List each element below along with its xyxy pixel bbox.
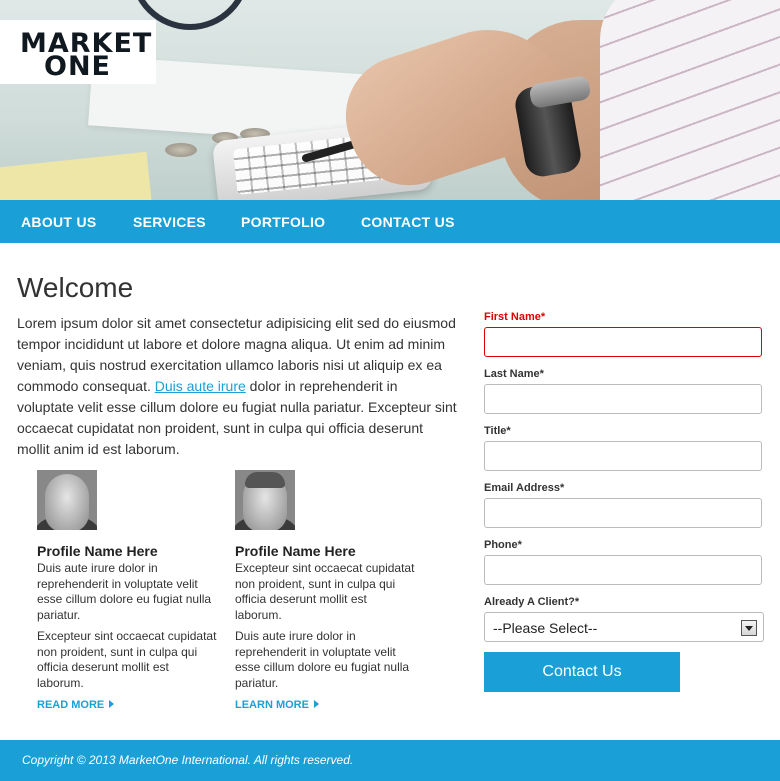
profile-text: Excepteur sint occaecat cupidatat non pr…: [37, 629, 217, 690]
read-more-link[interactable]: READ MORE: [37, 699, 115, 711]
footer: Copyright © 2013 MarketOne International…: [0, 740, 780, 781]
intro-inline-link[interactable]: Duis aute irure: [155, 378, 246, 394]
nav-contact-us[interactable]: CONTACT US: [361, 214, 455, 230]
first-name-group: First Name*: [484, 311, 762, 357]
learn-more-link[interactable]: LEARN MORE: [235, 699, 319, 711]
phone-label: Phone*: [484, 539, 522, 551]
logo-line-2: ONE: [44, 51, 111, 82]
title-label: Title*: [484, 425, 511, 437]
last-name-label: Last Name*: [484, 368, 544, 380]
copyright-text: Copyright © 2013 MarketOne International…: [22, 753, 354, 767]
arrow-right-icon: [109, 700, 115, 708]
client-group: Already A Client?* --Please Select--: [484, 596, 764, 642]
profile-text: Excepteur sint occaecat cupidatat non pr…: [235, 561, 415, 622]
profile-name: Profile Name Here: [37, 543, 158, 559]
profile-card: Profile Name Here Excepteur sint occaeca…: [235, 470, 415, 713]
profile-text: Duis aute irure dolor in reprehenderit i…: [235, 629, 410, 690]
profile-name: Profile Name Here: [235, 543, 356, 559]
page-title: Welcome: [17, 272, 134, 303]
nav-portfolio[interactable]: PORTFOLIO: [241, 214, 325, 230]
profile-photo: [37, 470, 97, 530]
title-field[interactable]: [484, 441, 762, 471]
first-name-label: First Name*: [484, 311, 546, 323]
shirt-sleeve-image: [600, 0, 780, 200]
contact-us-button[interactable]: Contact Us: [484, 652, 680, 692]
nav-about-us[interactable]: ABOUT US: [21, 214, 97, 230]
learn-more-label: LEARN MORE: [235, 699, 309, 711]
sticky-note-image: [0, 151, 153, 200]
client-select-value: --Please Select--: [493, 620, 598, 636]
read-more-label: READ MORE: [37, 699, 105, 711]
email-label: Email Address*: [484, 482, 565, 494]
main-nav: ABOUT US SERVICES PORTFOLIO CONTACT US: [0, 200, 780, 243]
client-label: Already A Client?*: [484, 596, 580, 608]
hero-banner: MARKET ONE: [0, 0, 780, 200]
phone-field[interactable]: [484, 555, 762, 585]
intro-paragraph: Lorem ipsum dolor sit amet consectetur a…: [17, 313, 457, 460]
last-name-field[interactable]: [484, 384, 762, 414]
first-name-field[interactable]: [484, 327, 762, 357]
coin-image: [165, 143, 197, 157]
last-name-group: Last Name*: [484, 368, 762, 414]
phone-group: Phone*: [484, 539, 762, 585]
nav-services[interactable]: SERVICES: [133, 214, 206, 230]
chevron-down-icon[interactable]: [741, 620, 757, 636]
marketone-logo[interactable]: MARKET ONE: [0, 20, 156, 84]
title-group: Title*: [484, 425, 762, 471]
email-field[interactable]: [484, 498, 762, 528]
arrow-right-icon: [313, 700, 319, 708]
client-select[interactable]: --Please Select--: [484, 612, 764, 642]
email-group: Email Address*: [484, 482, 762, 528]
profile-text: Duis aute irure dolor in reprehenderit i…: [37, 561, 212, 622]
profile-card: Profile Name Here Duis aute irure dolor …: [37, 470, 217, 713]
profile-photo: [235, 470, 295, 530]
